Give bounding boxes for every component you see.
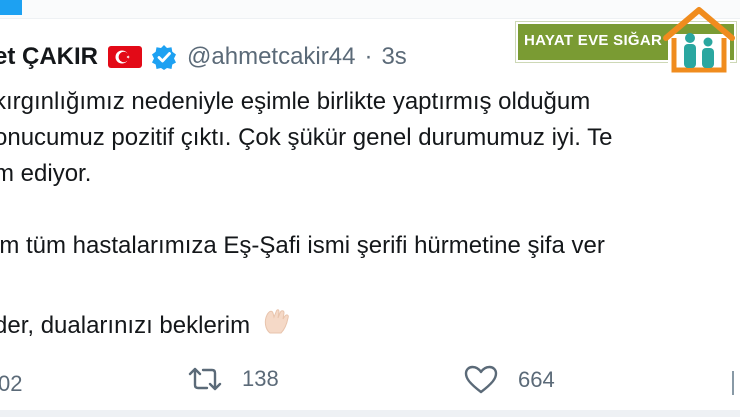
tweet-actions: 02 138 664 xyxy=(0,365,740,405)
user-handle[interactable]: @ahmetcakir44 xyxy=(187,43,355,71)
tweet-time[interactable]: 3s xyxy=(381,43,406,71)
tweet-text-line-1: kırgınlığımız nedeniyle eşimle birlikte … xyxy=(0,88,591,115)
like-button[interactable]: 664 xyxy=(464,365,555,395)
like-count: 664 xyxy=(518,367,555,392)
heart-icon xyxy=(464,365,498,394)
top-bar-accent xyxy=(0,0,22,15)
praying-hands-icon xyxy=(260,306,294,347)
retweet-button[interactable]: 138 xyxy=(188,365,279,393)
tweet-text-line-2: onucumuz pozitif çıktı. Çok şükür genel … xyxy=(0,124,613,151)
tweet-header: et ÇAKIR @ahmetcakir44 · 3s xyxy=(0,42,407,72)
verified-icon xyxy=(151,44,177,70)
tweet-text-line-5: der, dualarınızı beklerim xyxy=(0,306,294,347)
retweet-count: 138 xyxy=(242,366,279,391)
badge-text: HAYAT EVE SIĞAR xyxy=(524,32,663,49)
tweet-text-line-3: m ediyor. xyxy=(0,160,92,187)
house-family-icon xyxy=(662,4,736,74)
top-bar xyxy=(0,0,740,19)
share-icon[interactable] xyxy=(732,371,740,395)
bottom-divider xyxy=(0,410,740,417)
tweet-text-line-4: im tüm hastalarımıza Eş-Şafi ismi şerifi… xyxy=(0,232,605,259)
tweet-text-line-5-text: der, dualarınızı beklerim xyxy=(0,311,251,339)
turkey-flag-icon xyxy=(108,46,143,68)
retweet-icon xyxy=(188,367,222,391)
reply-count: 02 xyxy=(0,371,23,396)
reply-button[interactable]: 02 xyxy=(0,371,22,397)
display-name[interactable]: et ÇAKIR xyxy=(0,43,98,71)
separator-dot: · xyxy=(364,43,373,70)
